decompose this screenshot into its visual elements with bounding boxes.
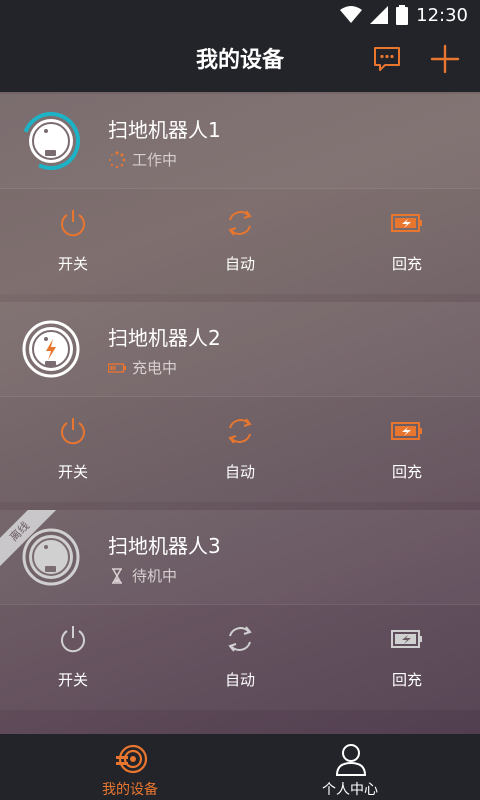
device-card-2[interactable]: 扫地机器人2 充电中 开关 自动 回充 xyxy=(0,302,480,502)
recharge-button[interactable]: 回充 xyxy=(347,605,467,711)
device-actions: 开关 自动 回充 xyxy=(0,604,480,710)
auto-button[interactable]: 自动 xyxy=(180,397,300,503)
power-button[interactable]: 开关 xyxy=(13,397,133,503)
status-bar: 12:30 xyxy=(0,0,480,30)
auto-label: 自动 xyxy=(224,671,255,689)
recharge-battery-icon xyxy=(391,422,422,440)
battery-status-icon xyxy=(396,5,409,25)
tab-my-devices[interactable]: 我的设备 xyxy=(10,734,250,800)
auto-button[interactable]: 自动 xyxy=(180,605,300,711)
auto-refresh-icon xyxy=(228,418,252,444)
robot-vacuum-avatar-working xyxy=(22,112,80,170)
recharge-label: 回充 xyxy=(391,255,422,273)
power-button[interactable]: 开关 xyxy=(13,605,133,711)
power-button[interactable]: 开关 xyxy=(13,189,133,295)
tab-profile[interactable]: 个人中心 xyxy=(230,734,470,800)
recharge-battery-icon xyxy=(391,214,422,232)
signal-icon xyxy=(370,6,389,24)
recharge-label: 回充 xyxy=(391,463,422,481)
status-time: 12:30 xyxy=(416,4,468,26)
robot-icon xyxy=(116,744,148,774)
page-title: 我的设备 xyxy=(195,48,284,73)
power-label: 开关 xyxy=(57,255,88,273)
spinner-icon xyxy=(109,150,126,168)
device-card-header[interactable]: 扫地机器人2 充电中 xyxy=(0,302,480,396)
device-status: 待机中 xyxy=(108,565,177,586)
device-status-text: 工作中 xyxy=(132,151,178,169)
device-name: 扫地机器人2 xyxy=(108,326,221,350)
power-label: 开关 xyxy=(57,463,88,481)
auto-refresh-icon xyxy=(228,626,252,652)
device-card-1[interactable]: 扫地机器人1 工作中 开关 自动 回充 xyxy=(0,94,480,294)
power-icon xyxy=(61,626,85,653)
auto-button[interactable]: 自动 xyxy=(180,189,300,295)
device-card-3[interactable]: 离线 扫地机器人3 待机中 开关 自动 回充 xyxy=(0,510,480,710)
device-actions: 开关 自动 回充 xyxy=(0,188,480,294)
robot-vacuum-avatar-charging xyxy=(22,320,80,378)
power-icon xyxy=(61,210,85,237)
device-actions: 开关 自动 回充 xyxy=(0,396,480,502)
device-status: 充电中 xyxy=(108,357,177,378)
recharge-button[interactable]: 回充 xyxy=(347,397,467,503)
app-bar: 我的设备 xyxy=(0,30,480,92)
auto-label: 自动 xyxy=(224,255,255,273)
robot-vacuum-avatar-offline xyxy=(22,528,80,586)
device-name: 扫地机器人3 xyxy=(108,534,221,558)
battery-icon xyxy=(108,362,126,373)
device-card-header[interactable]: 扫地机器人1 工作中 xyxy=(0,94,480,188)
device-card-header[interactable]: 离线 扫地机器人3 待机中 xyxy=(0,510,480,604)
user-icon xyxy=(335,744,367,776)
auto-label: 自动 xyxy=(224,463,255,481)
tab-label: 我的设备 xyxy=(102,782,158,798)
bottom-nav: 我的设备 个人中心 xyxy=(0,734,480,800)
hourglass-icon xyxy=(112,567,122,584)
recharge-label: 回充 xyxy=(391,671,422,689)
add-device-button[interactable] xyxy=(430,44,460,74)
device-status: 工作中 xyxy=(108,149,177,170)
recharge-button[interactable]: 回充 xyxy=(347,189,467,295)
wifi-icon xyxy=(340,6,363,23)
device-status-text: 充电中 xyxy=(132,359,178,377)
device-name: 扫地机器人1 xyxy=(108,118,221,142)
tab-label: 个人中心 xyxy=(322,782,378,798)
message-button[interactable] xyxy=(372,44,402,74)
power-label: 开关 xyxy=(57,671,88,689)
auto-refresh-icon xyxy=(228,210,252,236)
recharge-battery-icon xyxy=(391,630,422,648)
power-icon xyxy=(61,418,85,445)
device-status-text: 待机中 xyxy=(132,567,178,585)
